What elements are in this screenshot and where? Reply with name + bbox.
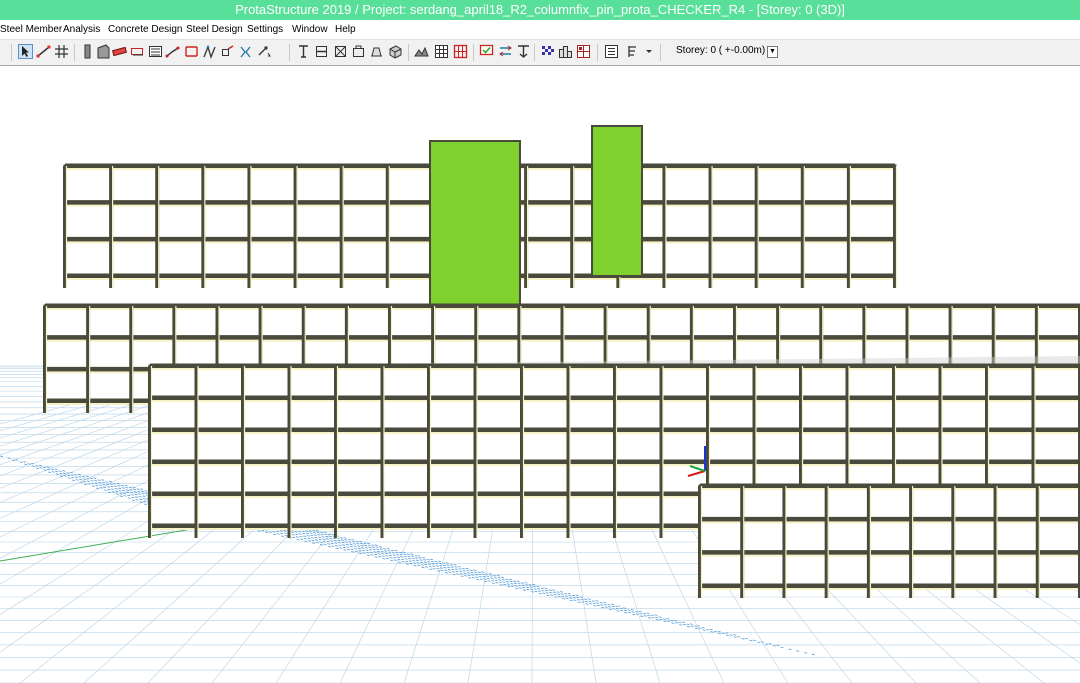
toolbar-separator <box>660 44 661 61</box>
slab-icon[interactable] <box>130 44 145 59</box>
window-icon[interactable] <box>626 44 641 59</box>
pattern-icon[interactable] <box>540 44 555 59</box>
frame-grid-icon[interactable] <box>453 44 468 59</box>
hinge-icon[interactable] <box>220 44 235 59</box>
grid-icon[interactable] <box>54 44 69 59</box>
text-icon[interactable] <box>296 44 311 59</box>
3d-view-icon[interactable] <box>388 44 403 59</box>
axis-icon[interactable] <box>333 44 348 59</box>
toolbar-separator <box>473 44 474 61</box>
menu-concrete-design[interactable]: Concrete Design <box>108 20 182 39</box>
select-arrow-icon[interactable] <box>18 44 33 59</box>
report-icon[interactable] <box>558 44 573 59</box>
menu-steel-member[interactable]: Steel Member <box>0 20 62 39</box>
stair-icon[interactable] <box>148 44 163 59</box>
toolbar-separator <box>11 44 12 61</box>
structure-3d-model[interactable] <box>0 66 1080 683</box>
node-link-icon[interactable] <box>36 44 51 59</box>
list-icon[interactable] <box>604 44 619 59</box>
column-icon[interactable] <box>80 44 95 59</box>
check-icon[interactable] <box>479 44 494 59</box>
dimension-icon[interactable] <box>257 44 272 59</box>
truss-icon[interactable] <box>202 44 217 59</box>
view-icon[interactable] <box>351 44 366 59</box>
storey-dropdown[interactable]: ▼ <box>767 46 778 58</box>
frame-icon[interactable] <box>165 44 180 59</box>
toolbar-separator <box>597 44 598 61</box>
front-low-frame <box>698 483 1080 598</box>
green-core-right <box>591 125 643 277</box>
menu-window[interactable]: Window <box>292 20 328 39</box>
3d-model-view[interactable] <box>0 66 1080 683</box>
menu-bar: Steel Member Analysis Concrete Design St… <box>0 20 1080 39</box>
storey-label: Storey: 0 ( +-0.00m) <box>676 45 766 56</box>
section-icon[interactable] <box>314 44 329 59</box>
grid-table-icon[interactable] <box>434 44 449 59</box>
table-icon[interactable] <box>414 44 429 59</box>
toolbar-separator <box>289 44 290 61</box>
window-title: ProtaStructure 2019 / Project: serdang_a… <box>0 0 1080 20</box>
green-core-left <box>429 140 521 317</box>
elevation-icon[interactable] <box>369 44 384 59</box>
beam-icon[interactable] <box>112 44 127 59</box>
frame-outline <box>698 484 1080 588</box>
toolbar-separator <box>74 44 75 61</box>
menu-steel-design[interactable]: Steel Design <box>186 20 243 39</box>
chevron-down-icon[interactable] <box>645 44 653 59</box>
toolbar <box>0 39 1080 66</box>
brace-icon[interactable] <box>184 44 199 59</box>
graph-icon[interactable] <box>576 44 591 59</box>
result-icon[interactable] <box>516 44 531 59</box>
load-icon[interactable] <box>498 44 513 59</box>
menu-analysis[interactable]: Analysis <box>63 20 100 39</box>
menu-settings[interactable]: Settings <box>247 20 283 39</box>
chevron-down-icon: ▼ <box>769 48 776 55</box>
toolbar-separator <box>534 44 535 61</box>
wall-icon[interactable] <box>96 44 111 59</box>
toolbar-separator <box>408 44 409 61</box>
menu-help[interactable]: Help <box>335 20 356 39</box>
support-icon[interactable] <box>238 44 253 59</box>
